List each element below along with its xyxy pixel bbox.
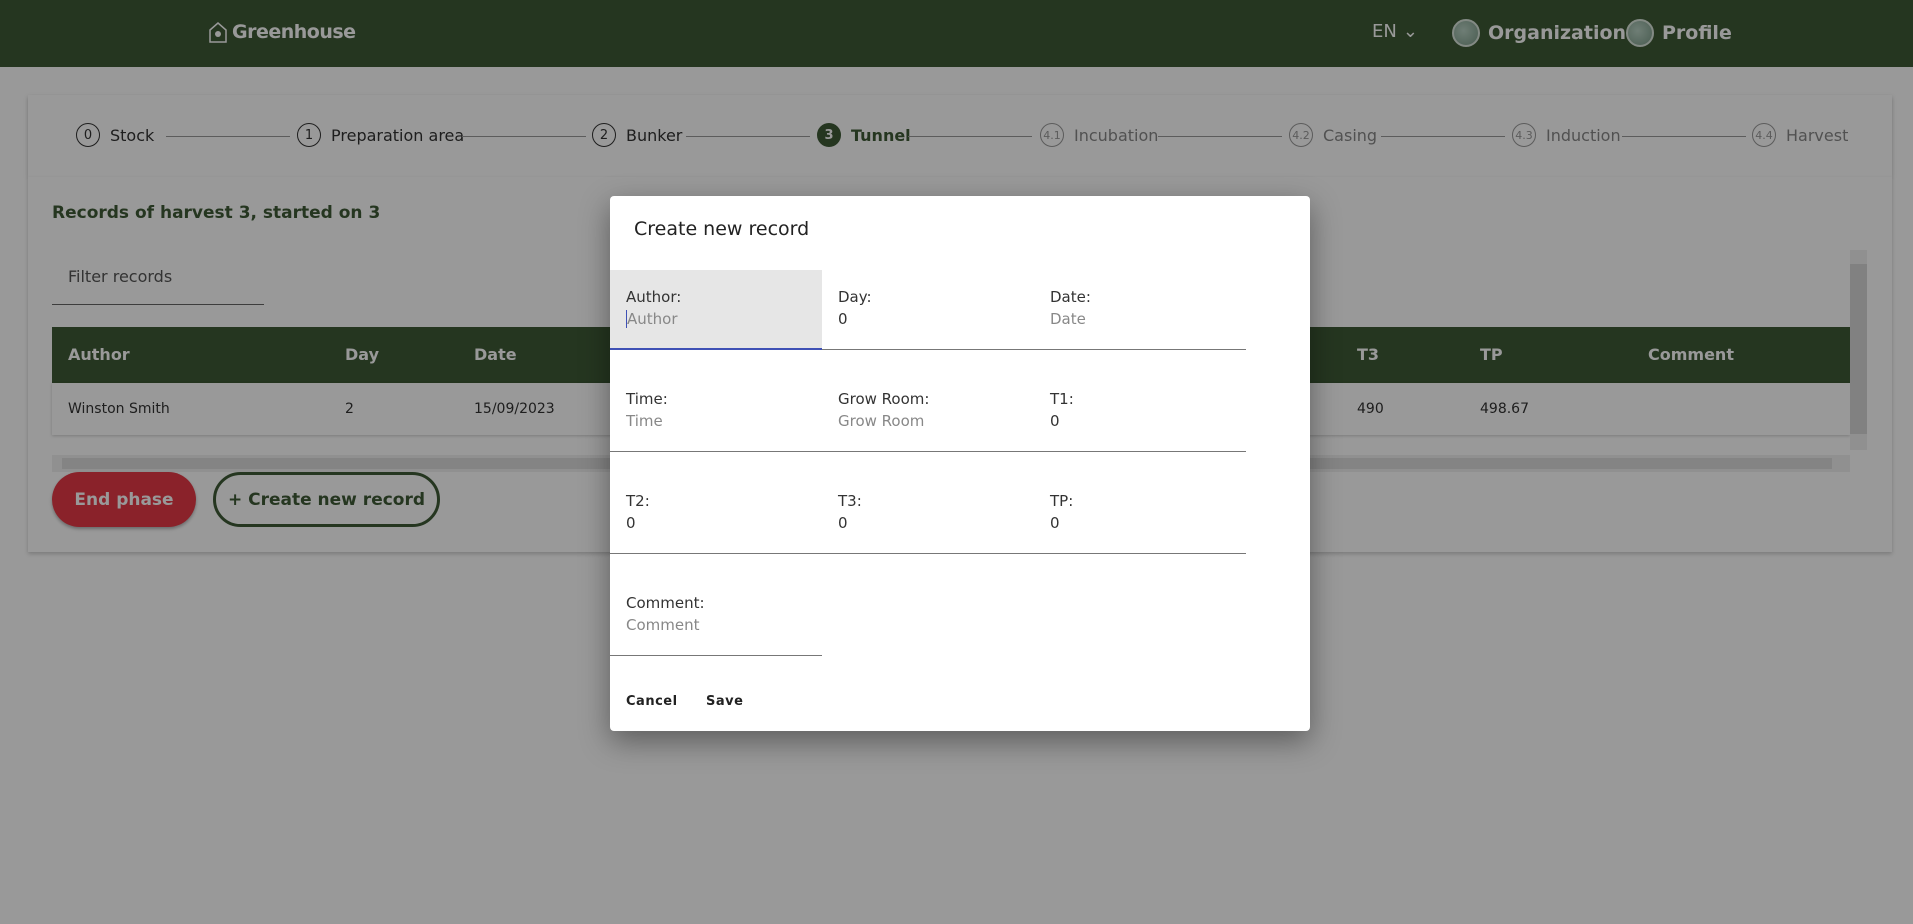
t3-label: T3: xyxy=(838,492,862,510)
date-field[interactable]: Date: xyxy=(1034,270,1246,350)
t1-label: T1: xyxy=(1050,390,1074,408)
grow-room-label: Grow Room: xyxy=(838,390,930,408)
tp-label: TP: xyxy=(1050,492,1074,510)
comment-field[interactable]: Comment: xyxy=(610,576,822,656)
t2-label: T2: xyxy=(626,492,650,510)
author-field[interactable]: Author: xyxy=(610,270,822,350)
comment-input[interactable] xyxy=(626,616,806,634)
t3-input[interactable] xyxy=(838,514,1018,532)
grow-room-field[interactable]: Grow Room: xyxy=(822,372,1034,452)
t2-input[interactable] xyxy=(626,514,806,532)
create-record-dialog: Create new record Author: Day: Date: Tim… xyxy=(610,196,1310,731)
t3-field[interactable]: T3: xyxy=(822,474,1034,554)
day-field[interactable]: Day: xyxy=(822,270,1034,350)
cancel-button[interactable]: Cancel xyxy=(626,694,678,709)
dialog-title: Create new record xyxy=(634,218,810,240)
comment-label: Comment: xyxy=(626,594,705,612)
tp-field[interactable]: TP: xyxy=(1034,474,1246,554)
author-input[interactable] xyxy=(626,310,806,328)
time-label: Time: xyxy=(626,390,668,408)
t1-input[interactable] xyxy=(1050,412,1230,430)
day-input[interactable] xyxy=(838,310,1018,328)
date-label: Date: xyxy=(1050,288,1091,306)
time-field[interactable]: Time: xyxy=(610,372,822,452)
t2-field[interactable]: T2: xyxy=(610,474,822,554)
date-input[interactable] xyxy=(1050,310,1230,328)
tp-input[interactable] xyxy=(1050,514,1230,532)
time-input[interactable] xyxy=(626,412,806,430)
t1-field[interactable]: T1: xyxy=(1034,372,1246,452)
save-button[interactable]: Save xyxy=(706,694,743,709)
grow-room-input[interactable] xyxy=(838,412,1018,430)
day-label: Day: xyxy=(838,288,872,306)
author-label: Author: xyxy=(626,288,682,306)
